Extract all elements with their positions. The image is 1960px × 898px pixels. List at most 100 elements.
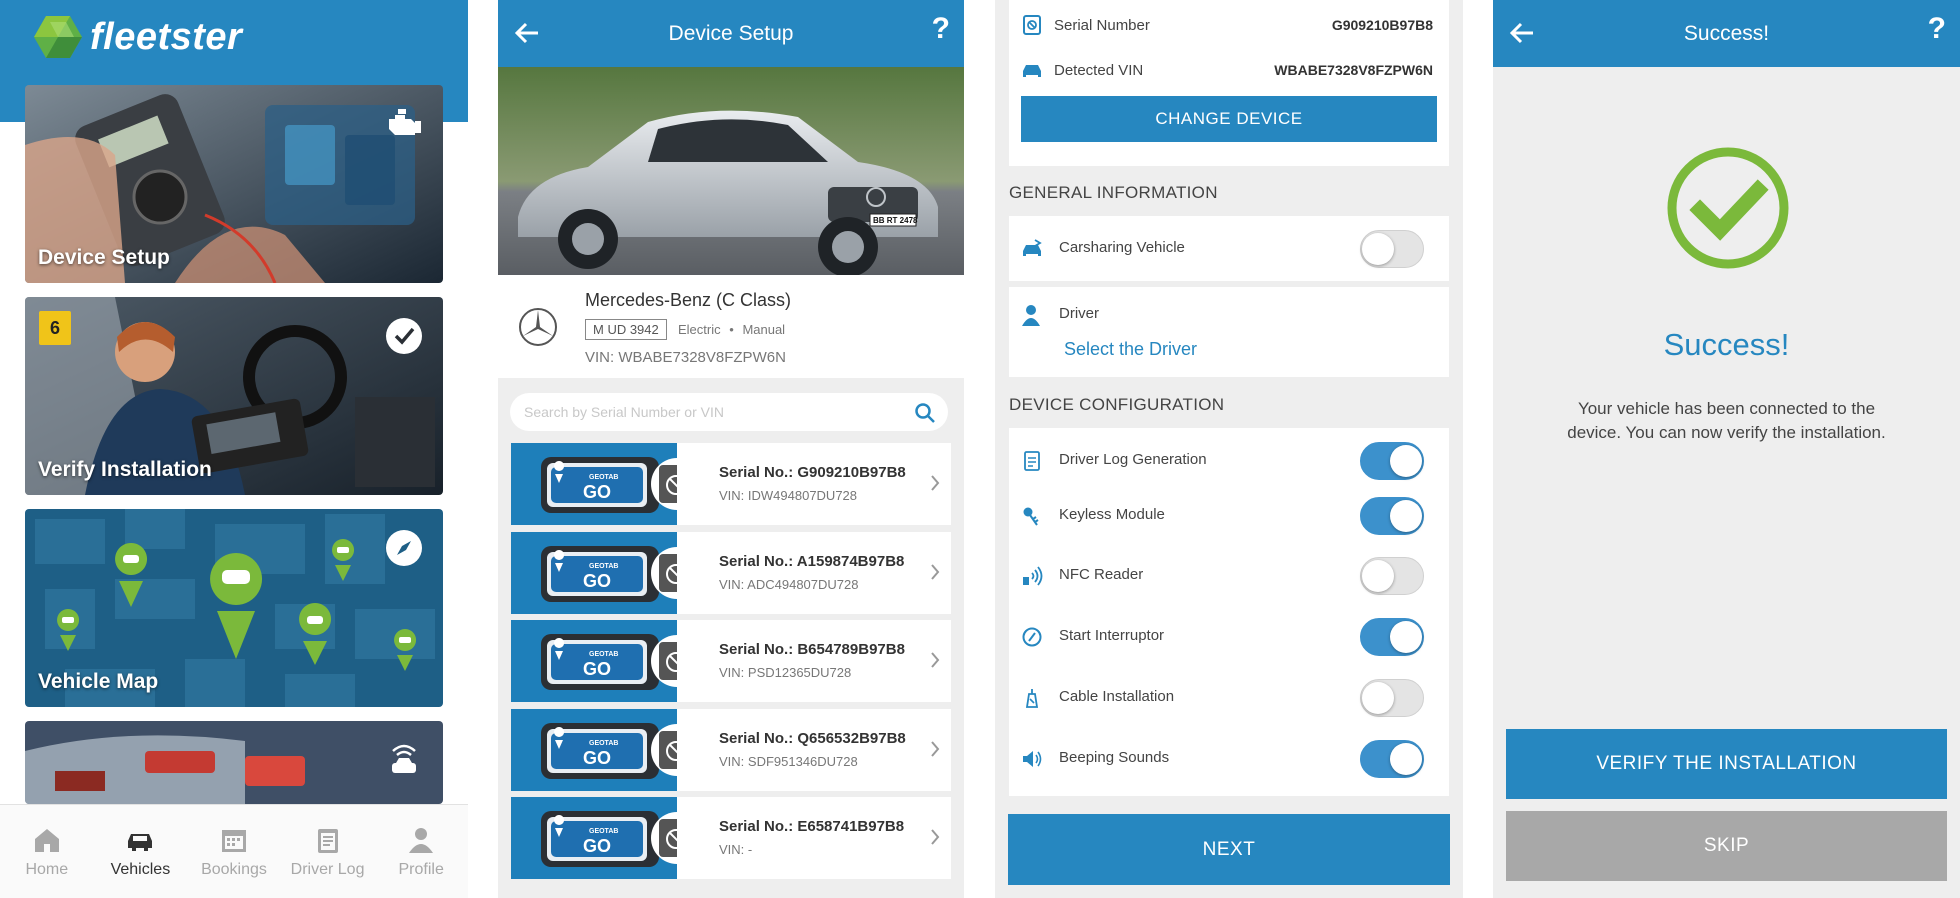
carsharing-toggle[interactable] [1360,230,1424,268]
chevron-right-icon [931,563,940,580]
app-bar: Success! ? [1493,0,1960,67]
chevron-right-icon [931,829,940,845]
nav-driver-log[interactable]: Driver Log [281,805,375,898]
driver-card: Driver Select the Driver [1009,287,1449,377]
config-toggle[interactable] [1360,618,1424,656]
device-serial: Serial No.: A159874B97B8 [719,552,905,570]
driver-label: Driver [1059,305,1099,322]
back-arrow-icon[interactable] [512,18,542,48]
interrupt-icon [1022,627,1042,647]
verify-installation-button[interactable]: VERIFY THE INSTALLATION [1506,729,1947,799]
license-plate: M UD 3942 [585,319,667,340]
hexagon-logo-icon [34,16,82,58]
app-bar: Device Setup ? [498,0,964,67]
tile-label: Verify Installation [38,458,212,481]
tile-device-setup[interactable]: Device Setup [25,85,443,283]
cable-icon [1025,689,1039,708]
device-row[interactable]: GEOTAB GO Serial No.: G909210B97B8 VIN: IDW… [511,443,951,525]
mercedes-logo-icon [519,308,557,346]
nav-vehicles[interactable]: Vehicles [94,805,188,898]
config-toggle[interactable] [1360,679,1424,717]
home-icon [34,829,59,852]
check-circle-icon [386,318,422,354]
detected-vin-label: Detected VIN [1054,61,1144,79]
device-serial: Serial No.: B654789B97B8 [719,641,905,658]
serial-number-value: G909210B97B8 [1331,17,1433,33]
toggle-knob [1362,233,1394,265]
device-brand: GEOTAB [589,651,618,658]
page-title: Success! [1683,21,1770,45]
geotab-device-thumbnail: GEOTAB GO [511,797,677,879]
device-brand: GEOTAB [589,563,618,570]
config-label: Start Interruptor [1059,627,1165,644]
nav-home[interactable]: Home [0,805,94,898]
car-icon [1023,65,1041,77]
tile-verify-installation[interactable]: 6 Verify Installation [25,297,443,495]
brand-name: fleetster [90,15,243,58]
success-title: Success! [1663,327,1790,362]
fuel-type: Electric [678,322,721,337]
success-screen: Success! ? Success! Your vehicle has bee… [1493,0,1960,898]
general-information-heading: GENERAL INFORMATION [1009,183,1218,202]
device-row[interactable]: GEOTAB GO Serial No.: B654789B97B8 VIN: PSD… [511,620,951,702]
car-icon [128,834,153,851]
carsharing-icon [1023,239,1042,256]
fleetster-logo: fleetster [32,14,242,60]
config-row: Driver Log Generation [1009,431,1449,491]
device-configuration-heading: DEVICE CONFIGURATION [1009,395,1225,414]
nav-label: Bookings [201,861,267,878]
selected-device-card: Serial Number G909210B97B8 Detected VIN … [1009,0,1449,166]
skip-button[interactable]: SKIP [1506,811,1947,881]
tile-vehicle-map[interactable]: Vehicle Map [25,509,443,707]
device-vin: VIN: SDF951346DU728 [719,753,858,769]
compass-icon [386,530,422,566]
nav-profile[interactable]: Profile [374,805,468,898]
toggle-knob [1390,743,1422,775]
vehicle-info-card: Mercedes-Benz (C Class) M UD 3942 Electr… [498,275,964,378]
chevron-right-icon [931,475,940,491]
device-row[interactable]: GEOTAB GO Serial No.: A159874B97B8 VIN: ADC… [511,531,951,614]
device-vin: VIN: - [719,842,753,857]
serial-number-row: Serial Number G909210B97B8 [1009,3,1449,47]
device-row[interactable]: GEOTAB GO Serial No.: Q656532B97B8 VIN: SDF… [511,708,951,791]
vehicle-specs: Electric • Manual [678,322,785,337]
change-device-button[interactable]: CHANGE DEVICE [1021,96,1437,142]
select-driver-link[interactable]: Select the Driver [1064,339,1197,360]
device-row[interactable]: GEOTAB GO Serial No.: E658741B97B8 VIN: - [511,797,951,879]
config-row: Beeping Sounds [1009,729,1449,789]
toggle-knob [1362,560,1394,592]
config-toggle[interactable] [1360,740,1424,778]
back-arrow-icon[interactable] [1507,18,1537,48]
tile-connected-car-photo [25,721,443,804]
bottom-navigation: Home Vehicles Bookings Driver Log Profil… [0,804,468,898]
config-row: Start Interruptor [1009,607,1449,667]
config-row: Cable Installation [1009,668,1449,728]
next-button[interactable]: NEXT [1008,814,1450,885]
toggle-knob [1362,682,1394,714]
help-button[interactable]: ? [932,12,950,46]
config-toggle[interactable] [1360,557,1424,595]
config-toggle[interactable] [1360,497,1424,535]
tile-connected-car[interactable] [25,721,443,804]
config-label: NFC Reader [1059,566,1144,583]
device-serial: Serial No.: G909210B97B8 [719,464,906,481]
tile-label: Vehicle Map [38,670,159,693]
help-button[interactable]: ? [1928,12,1946,46]
nav-label: Home [25,861,69,878]
device-brand: GEOTAB [589,740,618,747]
speaker-icon [1023,751,1042,767]
device-model: GO [583,748,611,768]
search-icon[interactable] [914,402,936,424]
success-message: Your vehicle has been connected to the d… [1567,399,1886,442]
person-icon [409,828,434,853]
config-toggle[interactable] [1360,442,1424,480]
carsharing-card: Carsharing Vehicle [1009,216,1449,281]
geotab-device-thumbnail: GEOTAB GO [511,443,677,525]
nav-bookings[interactable]: Bookings [187,805,281,898]
config-row: Keyless Module [1009,486,1449,546]
serial-number-label: Serial Number [1054,16,1150,34]
search-input[interactable] [524,404,894,420]
device-icon [1023,15,1041,35]
device-model: GO [583,482,611,502]
device-setup-screen: Device Setup ? BB RT 2478 Mercedes-Benz … [498,0,964,898]
